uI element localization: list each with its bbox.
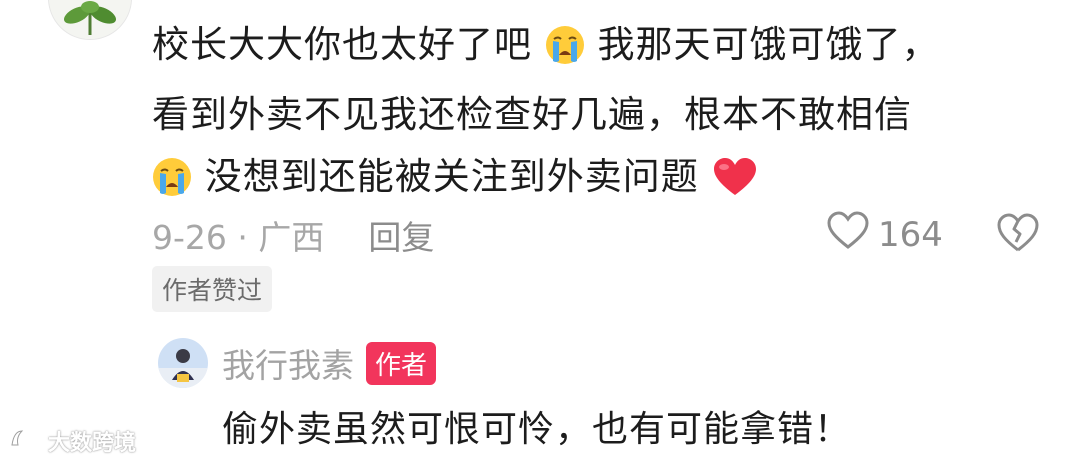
red-heart-emoji xyxy=(712,154,758,216)
watermark: 大数跨境 xyxy=(10,424,136,458)
comment-line-1: 校长大大你也太好了吧 我那天可饿可饿了， xyxy=(152,14,1032,84)
crying-face-emoji xyxy=(545,22,585,84)
author-liked-badge: 作者赞过 xyxy=(152,266,273,312)
reply-username[interactable]: 我行我素 xyxy=(222,339,354,387)
like-button[interactable]: 164 xyxy=(826,210,943,260)
watermark-logo-icon xyxy=(10,427,49,455)
watermark-text: 大数跨境 xyxy=(48,431,137,456)
reply-button[interactable]: 回复 xyxy=(368,211,434,259)
date-location: 9-26 · 广西 xyxy=(152,218,325,257)
broken-heart-icon xyxy=(996,213,1040,258)
comment-line-3: 没想到还能被关注到外卖问题 xyxy=(152,146,1032,216)
comment-meta: 9-26 · 广西 回复 xyxy=(152,210,434,260)
comment-text: 校长大大你也太好了吧 我那天可饿可饿了， 看到外卖不见我还检查好几遍，根本不敢相… xyxy=(152,14,1032,216)
heart-outline-icon xyxy=(826,210,870,260)
author-tag: 作者 xyxy=(366,341,437,385)
dislike-button[interactable] xyxy=(996,212,1040,258)
author-avatar[interactable] xyxy=(158,338,208,388)
comment-line-2: 看到外卖不见我还检查好几遍，根本不敢相信 xyxy=(152,93,912,136)
reply-text: 偷外卖虽然可恨可怜，也有可能拿错！ xyxy=(222,409,852,450)
commenter-avatar[interactable] xyxy=(48,0,132,40)
crying-face-emoji xyxy=(152,154,192,216)
reply-author: 我行我素 作者 xyxy=(222,338,437,388)
like-count: 164 xyxy=(878,215,943,255)
